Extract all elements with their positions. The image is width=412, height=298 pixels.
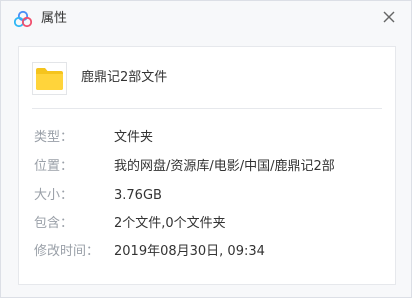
property-label: 位置： — [34, 159, 74, 174]
properties-panel: 鹿鼎记2部文件 类型： 文件夹 位置： 我的网盘/资源库/电影/中国/鹿鼎记2部… — [18, 46, 396, 285]
file-icon-frame — [32, 62, 67, 95]
title-bar[interactable]: 属性 — [1, 1, 411, 37]
property-value: 2019年08月30日, 09:34 — [114, 244, 265, 259]
property-row-contains: 包含： 2个文件,0个文件夹 — [19, 215, 395, 233]
property-label: 修改时间： — [34, 244, 100, 259]
file-name: 鹿鼎记2部文件 — [81, 70, 168, 85]
property-label: 类型： — [34, 130, 74, 145]
properties-dialog: 属性 鹿鼎记2部文件 类型： 文件夹 位置： 我的网盘/资源库/电影/中国/鹿鼎… — [0, 0, 412, 298]
folder-icon — [36, 68, 63, 90]
divider — [32, 108, 382, 109]
cloud-logo-icon — [14, 10, 32, 28]
property-row-size: 大小： 3.76GB — [19, 187, 395, 205]
property-row-type: 类型： 文件夹 — [19, 129, 395, 147]
property-label: 包含： — [34, 216, 74, 231]
property-value: 文件夹 — [114, 130, 154, 145]
property-row-modified: 修改时间： 2019年08月30日, 09:34 — [19, 243, 395, 261]
property-value: 2个文件,0个文件夹 — [114, 216, 226, 231]
close-icon[interactable] — [378, 6, 400, 28]
property-label: 大小： — [34, 188, 74, 203]
property-value: 3.76GB — [114, 188, 162, 203]
property-row-location: 位置： 我的网盘/资源库/电影/中国/鹿鼎记2部 — [19, 158, 395, 176]
property-value: 我的网盘/资源库/电影/中国/鹿鼎记2部 — [114, 159, 335, 174]
dialog-title: 属性 — [41, 11, 68, 26]
